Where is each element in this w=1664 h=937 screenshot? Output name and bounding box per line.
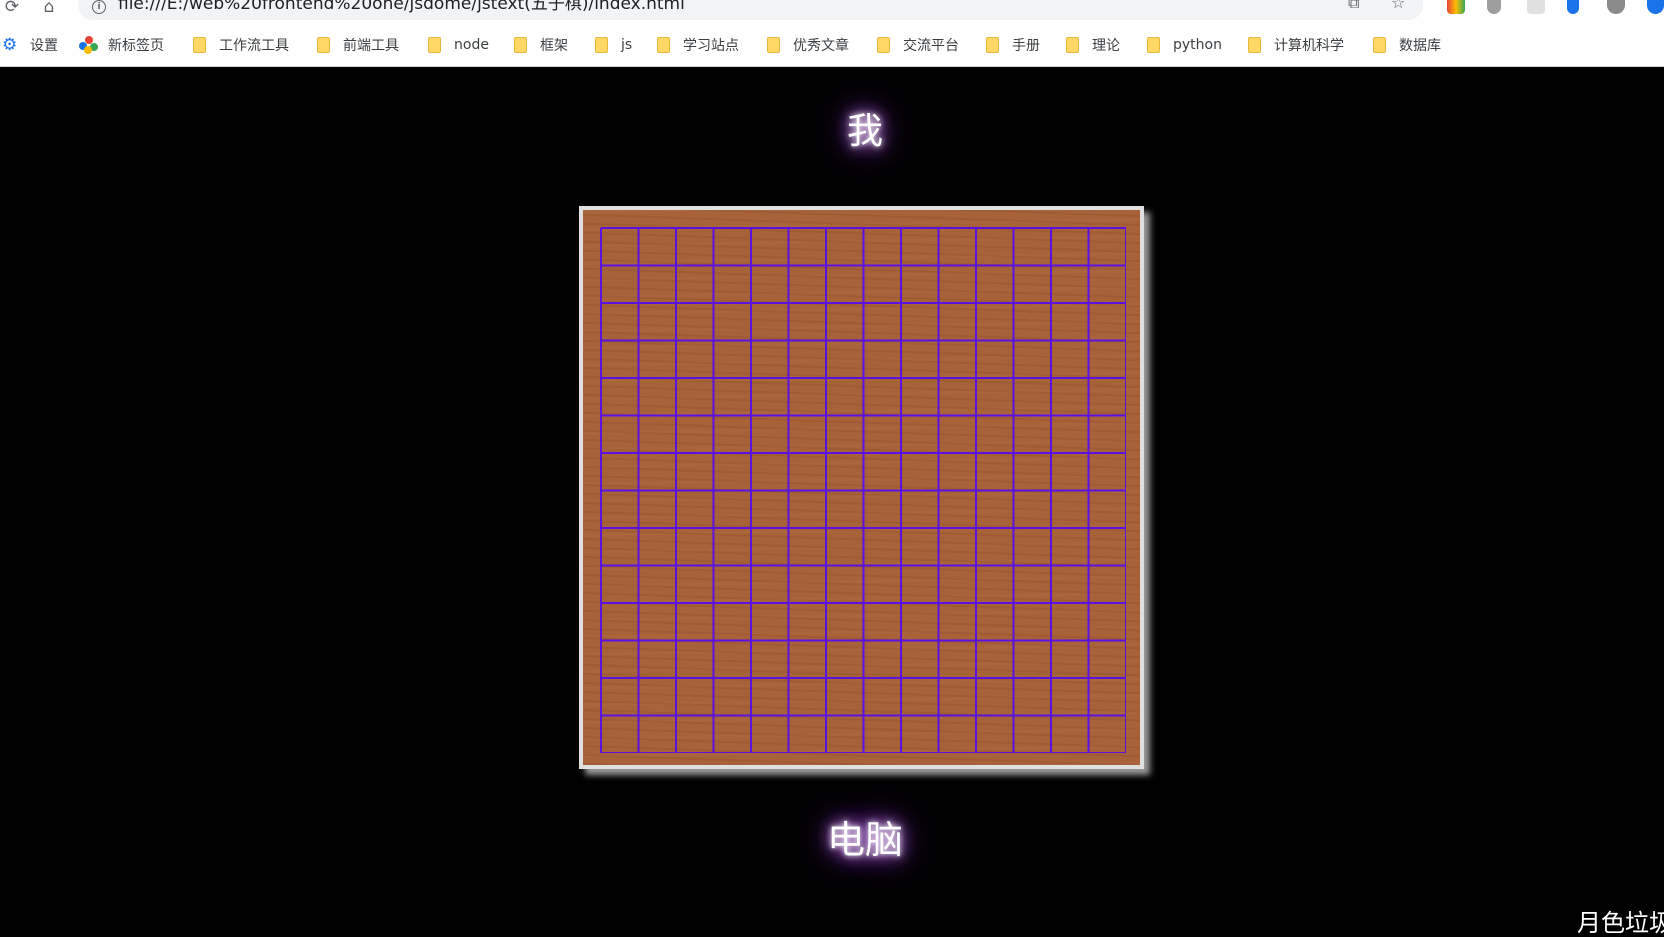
- folder-icon: [317, 37, 330, 53]
- bookmark-label: 设置: [30, 38, 58, 54]
- site-info-icon[interactable]: i: [92, 0, 106, 14]
- bookmark-star-icon[interactable]: ☆: [1391, 0, 1405, 11]
- address-bar[interactable]: i file:///E:/web%20frontend%20one/jsdome…: [78, 0, 1423, 20]
- gomoku-board[interactable]: [579, 206, 1144, 769]
- bookmark-folder-manuals[interactable]: 手册: [986, 32, 1040, 58]
- board-grid[interactable]: [599, 226, 1126, 753]
- url-text[interactable]: file:///E:/web%20frontend%20one/jsdome/j…: [118, 0, 685, 14]
- folder-icon: [428, 37, 441, 53]
- translate-icon[interactable]: ⧉: [1348, 0, 1359, 11]
- bookmark-folder-database[interactable]: 数据库: [1373, 32, 1441, 58]
- folder-icon: [986, 37, 999, 53]
- address-row: ⟳ ⌂ i file:///E:/web%20frontend%20one/js…: [0, 0, 1664, 24]
- home-icon[interactable]: ⌂: [37, 0, 61, 20]
- bookmarks-bar: ⚙ 设置 新标签页 工作流工具 前端工具 node 框架 js 学习站点 优秀文…: [0, 32, 1664, 58]
- folder-icon: [514, 37, 527, 53]
- bookmark-label: 学习站点: [683, 38, 739, 54]
- bookmark-item-settings[interactable]: ⚙ 设置: [2, 32, 58, 58]
- folder-icon: [767, 37, 780, 53]
- computer-label: 电脑: [826, 818, 903, 862]
- bookmark-label: 框架: [540, 38, 568, 54]
- watermark-text: 月色垃圾: [1577, 909, 1664, 937]
- bookmark-label: 新标签页: [108, 38, 164, 54]
- bookmark-folder-python[interactable]: python: [1147, 32, 1222, 58]
- bookmark-label: 计算机科学: [1274, 38, 1344, 54]
- player-label: 我: [846, 111, 883, 152]
- extension-gray-icon[interactable]: [1487, 0, 1501, 14]
- bookmark-folder-js[interactable]: js: [595, 32, 632, 58]
- extension-settings-icon[interactable]: [1607, 0, 1625, 14]
- bookmark-label: js: [621, 37, 633, 53]
- bookmark-folder-frameworks[interactable]: 框架: [514, 32, 568, 58]
- extension-light-icon[interactable]: [1527, 0, 1545, 14]
- folder-icon: [595, 37, 608, 53]
- app-icon: [79, 36, 99, 54]
- folder-icon: [1373, 37, 1386, 53]
- bookmark-label: node: [454, 37, 489, 53]
- folder-icon: [1147, 37, 1160, 53]
- bookmark-folder-computer-science[interactable]: 计算机科学: [1248, 32, 1344, 58]
- gear-icon: ⚙: [2, 35, 18, 55]
- bookmark-label: 理论: [1092, 38, 1120, 54]
- bookmark-folder-node[interactable]: node: [428, 32, 489, 58]
- bookmark-label: 优秀文章: [793, 38, 849, 54]
- extension-blue-icon[interactable]: [1647, 0, 1664, 14]
- extension-pin-icon[interactable]: [1567, 0, 1579, 14]
- bookmark-label: 数据库: [1399, 38, 1441, 54]
- bookmark-label: 手册: [1012, 38, 1040, 54]
- reload-icon[interactable]: ⟳: [0, 0, 24, 20]
- bookmark-label: 交流平台: [903, 38, 959, 54]
- bookmark-folder-frontend-tools[interactable]: 前端工具: [317, 32, 399, 58]
- bookmark-item-new-tab[interactable]: 新标签页: [79, 32, 164, 58]
- folder-icon: [1248, 37, 1261, 53]
- extension-color-icon[interactable]: [1447, 0, 1465, 14]
- bookmark-folder-community[interactable]: 交流平台: [877, 32, 959, 58]
- folder-icon: [657, 37, 670, 53]
- bookmark-folder-workflow[interactable]: 工作流工具: [193, 32, 289, 58]
- folder-icon: [1066, 37, 1079, 53]
- bookmark-folder-articles[interactable]: 优秀文章: [767, 32, 849, 58]
- bookmark-label: 前端工具: [343, 38, 399, 54]
- bookmark-label: 工作流工具: [219, 38, 289, 54]
- bookmark-folder-theory[interactable]: 理论: [1066, 32, 1120, 58]
- browser-chrome: ⟳ ⌂ i file:///E:/web%20frontend%20one/js…: [0, 0, 1664, 67]
- bookmark-folder-learning-sites[interactable]: 学习站点: [657, 32, 739, 58]
- bookmark-label: python: [1173, 37, 1222, 53]
- folder-icon: [877, 37, 890, 53]
- folder-icon: [193, 37, 206, 53]
